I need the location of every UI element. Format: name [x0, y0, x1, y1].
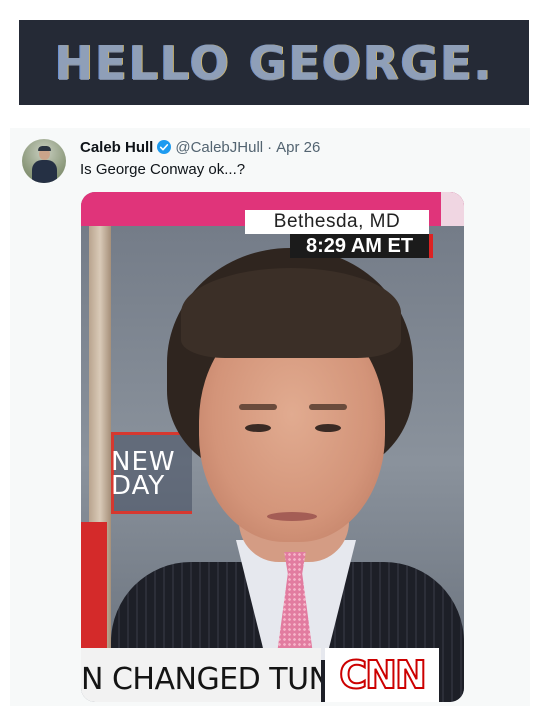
- person-right-brow: [309, 404, 347, 410]
- person-right-eye: [315, 424, 341, 432]
- person-left-eye: [245, 424, 271, 432]
- meme-banner: HELLO GEORGE.: [19, 20, 529, 105]
- cnn-logo-icon: CNN: [338, 652, 427, 698]
- tweet-text: Is George Conway ok...?: [80, 161, 246, 178]
- verified-badge-icon: [157, 140, 172, 154]
- network-logo-box: CNN: [325, 648, 439, 702]
- tweet-header: Caleb Hull @CalebJHull · Apr 26: [80, 138, 320, 156]
- avatar-figure-torso: [32, 160, 57, 183]
- tweet-card[interactable]: Caleb Hull @CalebJHull · Apr 26 Is Georg…: [10, 128, 530, 706]
- time-label: 8:29 AM ET: [305, 235, 414, 257]
- author-name[interactable]: Caleb Hull: [80, 139, 153, 156]
- banner-text: HELLO GEORGE.: [54, 35, 494, 90]
- tv-screenshot: NEW DAY Bethesda, MD 8:29 AM ET N CHANGE…: [81, 192, 464, 702]
- top-bar-edge: [441, 192, 464, 226]
- author-handle[interactable]: @CalebJHull: [175, 139, 263, 156]
- tweet-media-photo[interactable]: NEW DAY Bethesda, MD 8:29 AM ET N CHANGE…: [81, 192, 464, 702]
- location-label: Bethesda, MD: [273, 211, 401, 232]
- tweet-date[interactable]: Apr 26: [276, 139, 320, 156]
- avatar[interactable]: [22, 139, 66, 183]
- show-logo-text: NEW DAY: [111, 447, 176, 501]
- avatar-figure-cap: [38, 146, 51, 151]
- person-hair-top: [181, 268, 401, 358]
- person-left-brow: [239, 404, 277, 410]
- chyron-text: N CHANGED TUNE: [81, 662, 321, 697]
- background-red-stripe: [81, 522, 107, 662]
- header-separator: ·: [267, 138, 273, 156]
- person-mouth: [267, 512, 317, 521]
